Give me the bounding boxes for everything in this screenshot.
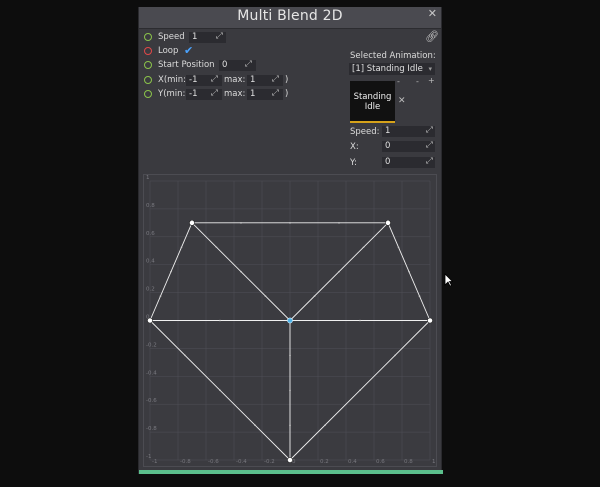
multi-blend-2d-window: Multi Blend 2D ✕ Speed 1 ⤢ Loop ✔ Start … xyxy=(138,7,443,474)
blend-point[interactable] xyxy=(385,219,391,226)
y-tick-label: 0.6 xyxy=(146,231,155,237)
edge-tick xyxy=(219,319,221,322)
edge-tick xyxy=(359,319,361,322)
edge-tick xyxy=(219,389,221,392)
y-range-row: Y(min: -1 ⤢ max: 1 ⤢ ) xyxy=(144,88,304,102)
blend-point[interactable] xyxy=(427,317,433,324)
selected-speed-label: Speed: xyxy=(350,127,380,137)
edge-tick xyxy=(362,246,365,249)
speed-connector-icon[interactable] xyxy=(144,33,152,41)
y-tick-label: 1 xyxy=(146,175,150,181)
animation-tile[interactable]: Standing Idle xyxy=(350,81,395,123)
selected-x-expand-icon[interactable]: ⤢ xyxy=(426,140,433,150)
edge-tick xyxy=(338,270,340,273)
x-max-label: max: xyxy=(224,75,246,85)
plus-icon[interactable]: + xyxy=(428,76,435,85)
edge-tick xyxy=(418,295,421,297)
edge-tick xyxy=(215,246,218,249)
y-connector-icon[interactable] xyxy=(144,90,152,98)
edge-tick xyxy=(289,389,291,392)
y-tick-label: -1 xyxy=(146,454,151,460)
mouse-cursor-icon xyxy=(444,273,453,287)
blend-space-canvas[interactable]: -1 -0.8 -0.6 -0.4 -0.2 0 0.2 0.4 0.6 0.8 110.80.60… xyxy=(144,175,436,466)
blend-point[interactable] xyxy=(287,457,293,463)
edge-tick xyxy=(264,295,267,297)
y-min-expand-icon[interactable]: ⤢ xyxy=(211,88,218,98)
animation-tile-line1: Standing xyxy=(353,92,392,102)
loop-label: Loop xyxy=(158,46,179,56)
loop-connector-icon[interactable] xyxy=(144,47,152,55)
edge-tick xyxy=(159,295,162,297)
selected-animation-heading: Selected Animation: xyxy=(350,51,436,61)
x-max-expand-icon[interactable]: ⤢ xyxy=(272,74,279,84)
edge-tick xyxy=(289,354,291,357)
x-min-label: X(min: xyxy=(158,75,187,85)
blend-point-selected[interactable] xyxy=(287,317,293,324)
edge-tick xyxy=(289,424,291,426)
x-connector-icon[interactable] xyxy=(144,76,152,84)
speed-expand-icon[interactable]: ⤢ xyxy=(216,31,223,41)
y-tick-label: -0.6 xyxy=(146,398,157,404)
link-icon[interactable]: 🔗︎ xyxy=(425,30,439,43)
speed-label: Speed xyxy=(158,32,185,42)
y-close-paren: ) xyxy=(285,89,289,99)
y-tick-label: -0.4 xyxy=(146,370,157,376)
blend-point[interactable] xyxy=(189,219,195,226)
edge-tick xyxy=(254,424,256,426)
animation-select-value: [1] Standing Idle xyxy=(352,64,423,74)
start-position-label: Start Position xyxy=(158,60,215,70)
start-position-row: Start Position 0 ⤢ xyxy=(144,59,284,73)
bottom-accent-bar xyxy=(139,470,443,474)
edge-tick xyxy=(180,246,183,249)
edge-tick xyxy=(324,424,326,426)
blend-space-graph[interactable]: -1 -0.8 -0.6 -0.4 -0.2 0 0.2 0.4 0.6 0.8 1 1 0.8 0.6 0… xyxy=(143,174,437,467)
blend-point[interactable] xyxy=(147,317,153,324)
animation-tile-line2: Idle xyxy=(364,102,381,112)
close-icon[interactable]: ✕ xyxy=(428,7,437,20)
edge-tick xyxy=(240,222,242,224)
x-close-paren: ) xyxy=(285,75,289,85)
y-tick-label: -0.2 xyxy=(146,342,157,348)
speed-row: Speed 1 ⤢ xyxy=(144,31,264,45)
title-bar[interactable]: Multi Blend 2D ✕ xyxy=(139,7,441,29)
edge-tick xyxy=(170,270,172,273)
edge-tick xyxy=(359,389,361,392)
selected-y-label: Y: xyxy=(350,158,357,168)
edge-tick xyxy=(338,222,340,224)
start-position-expand-icon[interactable]: ⤢ xyxy=(245,59,252,69)
remove-small-icon[interactable]: - xyxy=(397,77,400,86)
edge-tick xyxy=(313,295,316,297)
loop-checkbox[interactable]: ✔ xyxy=(184,44,193,57)
edge-tick xyxy=(397,246,400,249)
edge-tick xyxy=(240,270,242,273)
selected-speed-expand-icon[interactable]: ⤢ xyxy=(426,125,433,135)
y-min-label: Y(min: xyxy=(158,89,186,99)
y-tick-label: 0.4 xyxy=(146,259,155,265)
animation-select[interactable]: [1] Standing Idle ▾ xyxy=(349,63,435,75)
x-tick-label: 1 xyxy=(432,459,436,465)
x-range-row: X(min: -1 ⤢ max: 1 ⤢ ) xyxy=(144,74,304,88)
minus-icon[interactable]: - xyxy=(416,77,419,86)
x-min-expand-icon[interactable]: ⤢ xyxy=(211,74,218,84)
tile-remove-icon[interactable]: ✕ xyxy=(398,96,406,106)
y-tick-label: 0.2 xyxy=(146,287,155,293)
chevron-down-icon: ▾ xyxy=(428,65,432,73)
window-title: Multi Blend 2D xyxy=(237,8,343,24)
selected-y-expand-icon[interactable]: ⤢ xyxy=(426,156,433,166)
loop-row: Loop ✔ xyxy=(144,44,264,59)
edge-tick xyxy=(408,270,410,273)
y-max-expand-icon[interactable]: ⤢ xyxy=(272,88,279,98)
selected-x-label: X: xyxy=(350,142,359,152)
start-position-connector-icon[interactable] xyxy=(144,61,152,69)
edge-tick xyxy=(289,222,291,224)
y-max-label: max: xyxy=(224,89,246,99)
y-tick-label: 0.8 xyxy=(146,203,155,209)
edge-tick xyxy=(184,354,186,357)
y-tick-label: -0.8 xyxy=(146,426,157,432)
edge-tick xyxy=(394,354,396,357)
